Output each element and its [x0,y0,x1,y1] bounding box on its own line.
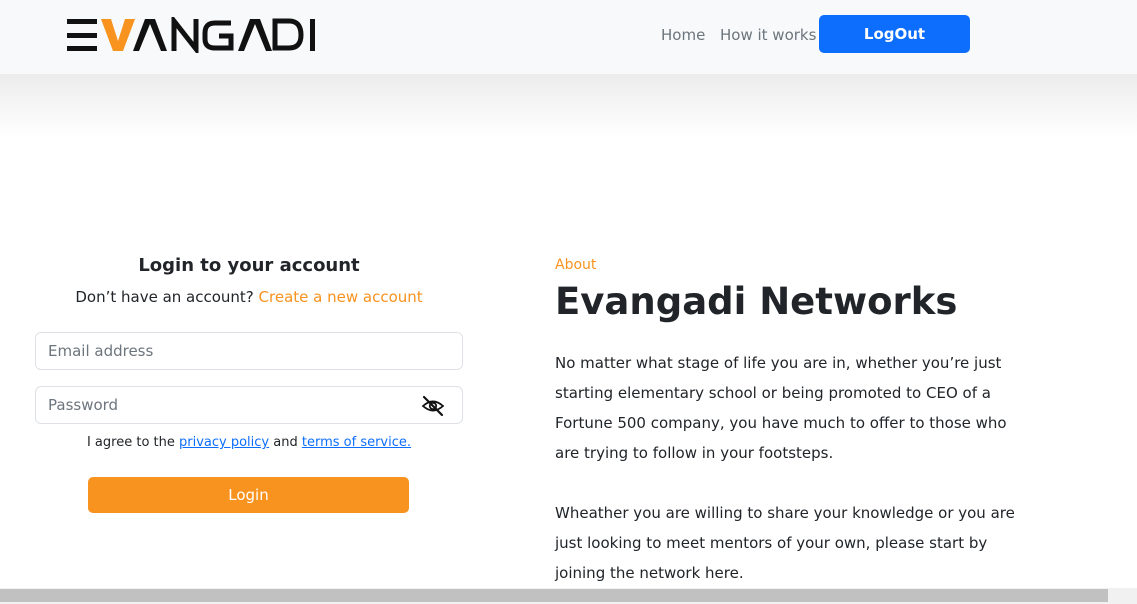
logo-graphic [67,17,315,53]
nav-home-link[interactable]: Home [661,25,705,45]
about-label: About [555,257,597,273]
login-title: Login to your account [138,255,360,276]
agree-prefix: I agree to the [86,435,175,450]
header-shadow [0,74,1137,138]
about-paragraph-1: No matter what stage of life you are in,… [555,354,1007,462]
terms-of-service-link[interactable]: terms of service. [302,435,411,450]
top-navbar: Home How it works LogOut [0,0,1137,74]
terms-agreement: I agree to the privacy policy and terms … [35,435,463,450]
privacy-policy-link[interactable]: privacy policy [179,435,269,450]
about-paragraph-2: Wheather you are willing to share your k… [555,504,1015,582]
password-field[interactable] [35,386,463,424]
signup-prompt: Don’t have an account? Create a new acco… [35,288,463,306]
agree-and: and [273,435,298,450]
evangadi-logo[interactable] [67,17,317,53]
scrollbar-thumb[interactable] [0,589,1108,602]
nav-how-it-works-link[interactable]: How it works [720,25,816,45]
create-account-link[interactable]: Create a new account [259,288,423,306]
about-title: Evangadi Networks [555,280,958,323]
no-account-text: Don’t have an account? [75,288,254,306]
login-button[interactable]: Login [88,477,409,513]
eye-slash-icon[interactable] [421,394,445,418]
email-field[interactable] [35,332,463,370]
logout-button[interactable]: LogOut [819,15,970,53]
